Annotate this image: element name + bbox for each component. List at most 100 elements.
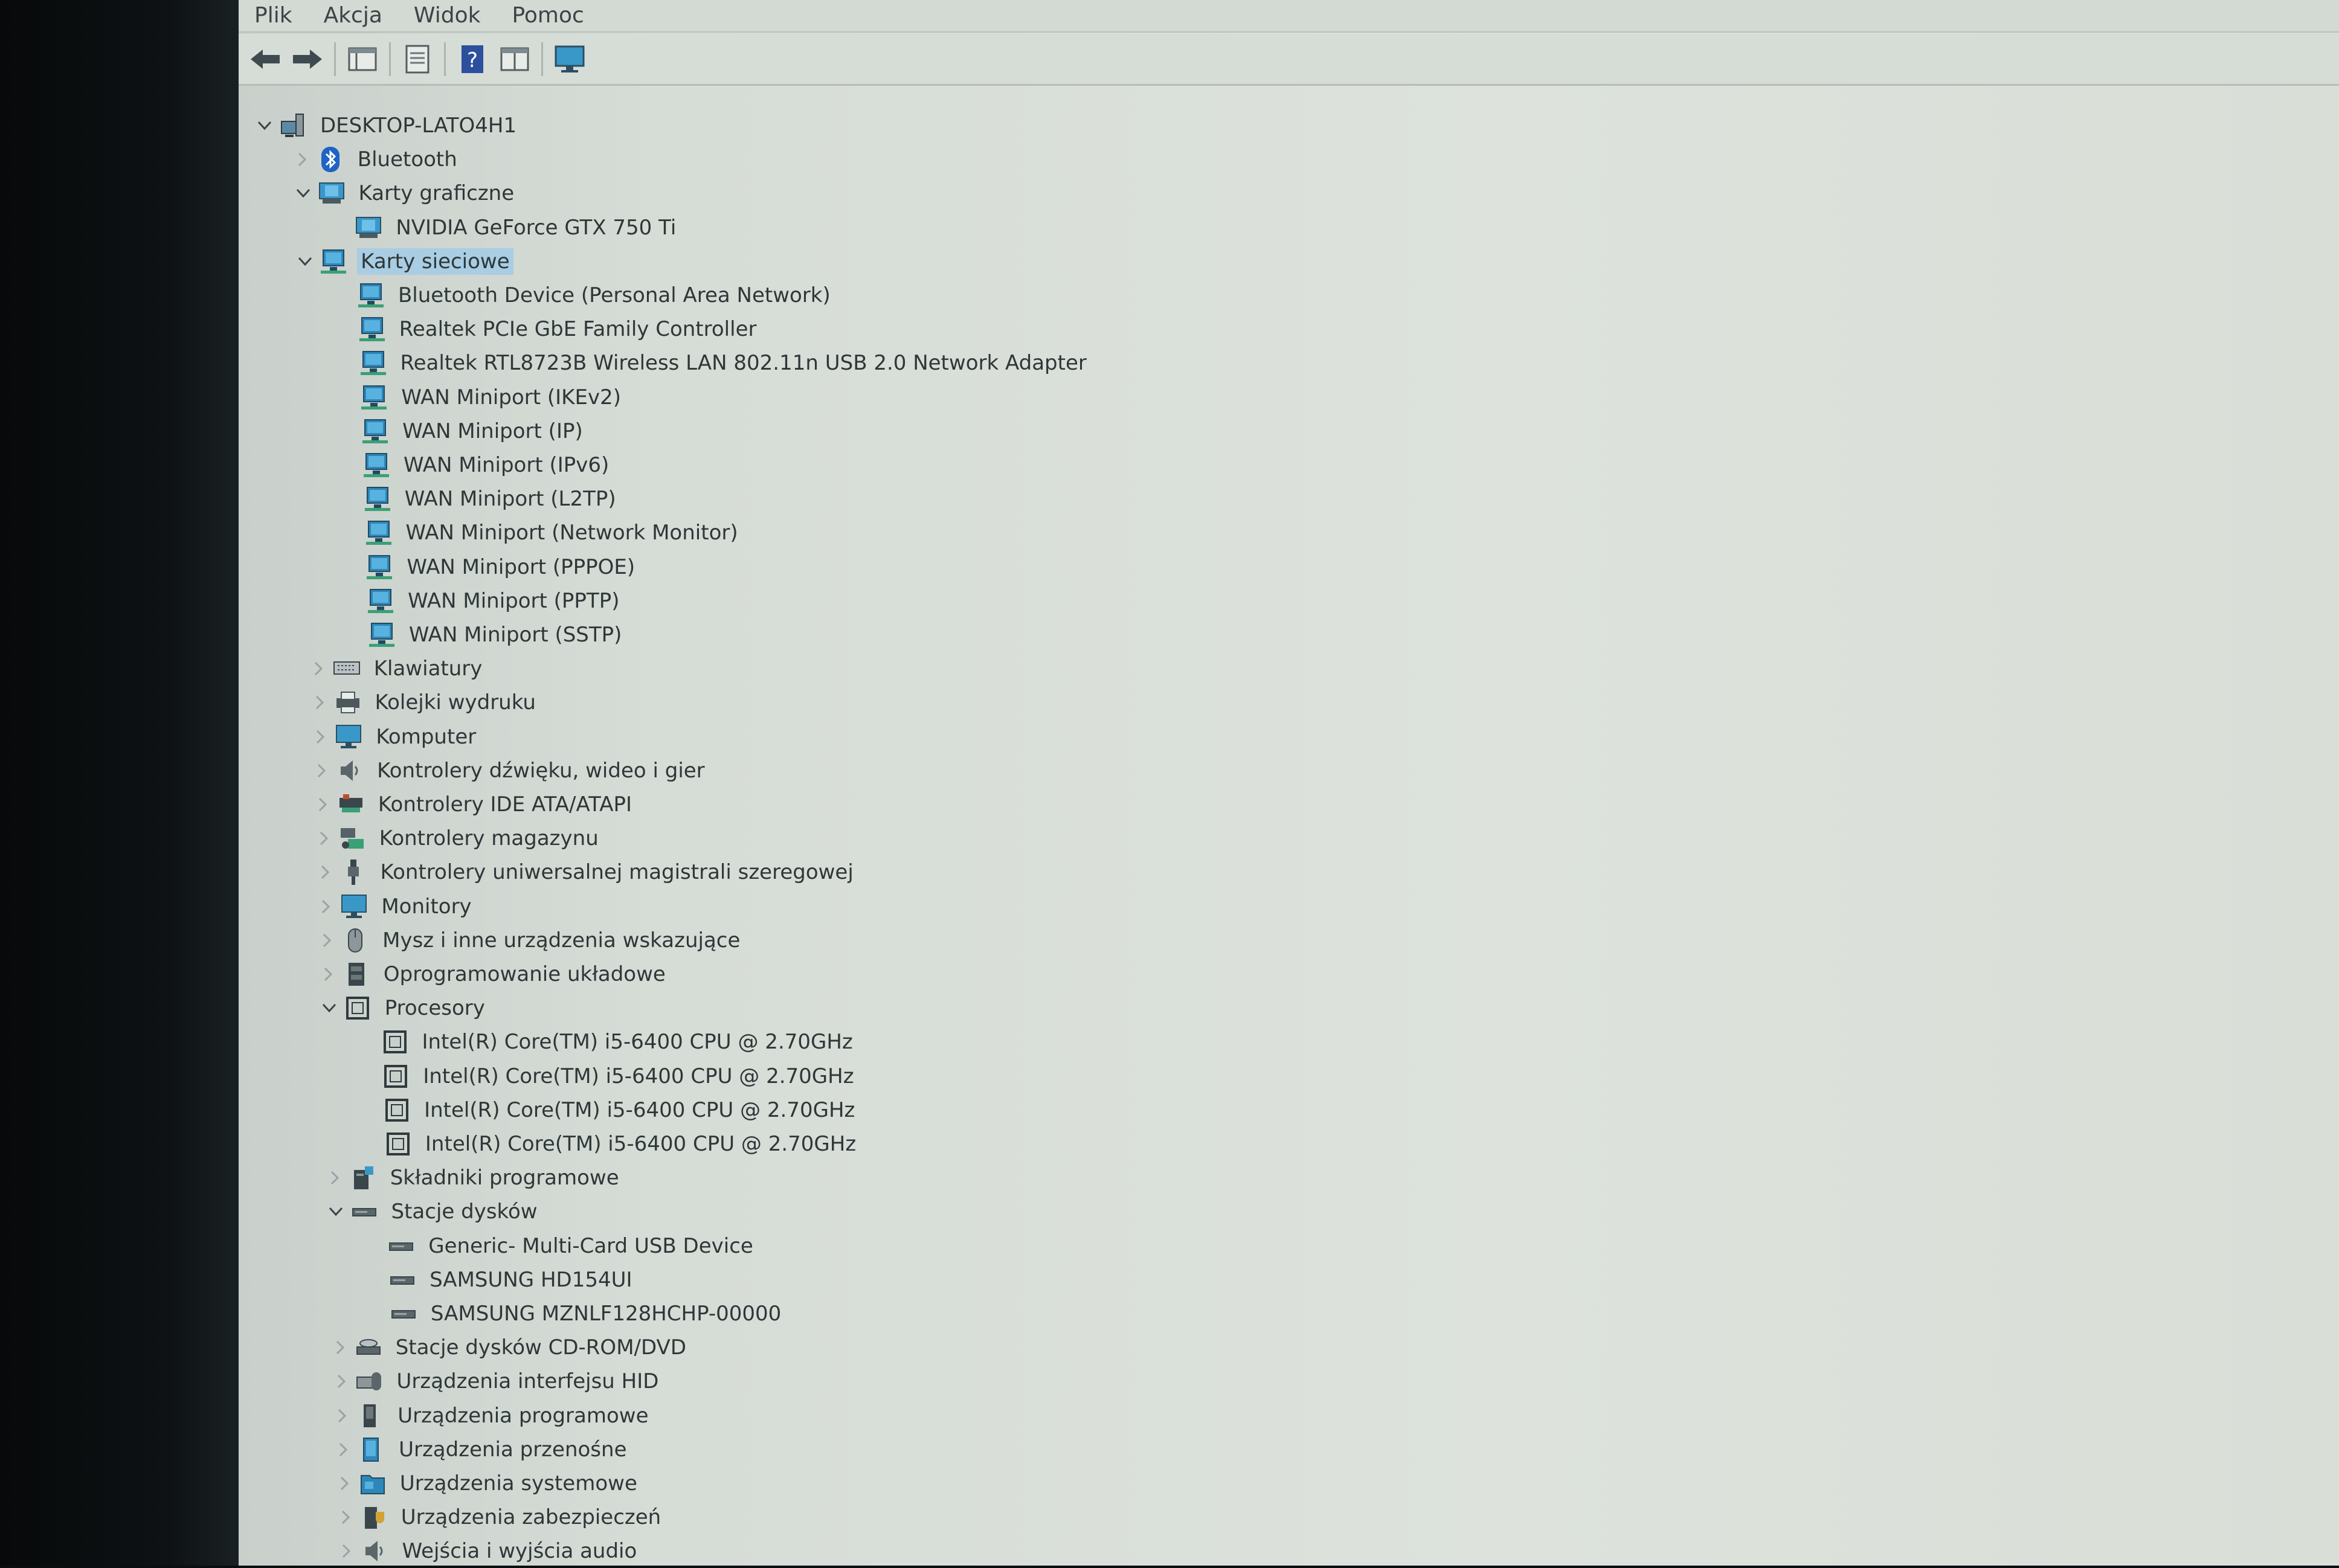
tree-node[interactable]: Realtek PCIe GbE Family Controller (330, 312, 761, 346)
forward-button[interactable] (289, 41, 326, 77)
panel-view-icon (500, 47, 529, 71)
expand-chevron-icon[interactable] (314, 924, 340, 957)
tree-node[interactable]: WAN Miniport (IKEv2) (332, 381, 625, 414)
tree-node[interactable]: Bluetooth Device (Personal Area Network) (329, 278, 834, 312)
forward-arrow-icon (293, 49, 322, 69)
network-adapter-icon (356, 280, 386, 310)
tree-node[interactable]: Procesory (316, 991, 489, 1025)
properties-window-button[interactable] (344, 41, 381, 77)
processor-icon (380, 1027, 410, 1057)
expand-chevron-icon[interactable] (312, 855, 338, 889)
tree-node[interactable]: WAN Miniport (L2TP) (336, 482, 620, 516)
expand-chevron-icon[interactable] (333, 1534, 359, 1568)
tree-node[interactable]: Stacje dysków (323, 1195, 541, 1229)
menu-help[interactable]: Pomoc (496, 4, 599, 28)
system-devices-icon (358, 1468, 388, 1499)
expand-chevron-icon[interactable] (308, 754, 335, 788)
tree-node[interactable]: Bluetooth (289, 143, 461, 176)
expand-chevron-icon[interactable] (328, 1364, 355, 1398)
help-button[interactable]: ? (454, 41, 491, 77)
back-arrow-icon (251, 49, 280, 69)
tree-node[interactable]: WAN Miniport (IPv6) (335, 448, 613, 482)
tree-node[interactable]: SAMSUNG HD154UI (361, 1263, 635, 1297)
expand-chevron-icon[interactable] (327, 1331, 353, 1364)
tree-node-label: Mysz i inne urządzenia wskazujące (382, 928, 741, 953)
menu-view[interactable]: Widok (398, 4, 497, 28)
expand-chevron-icon[interactable] (312, 890, 339, 924)
tree-node[interactable]: SAMSUNG MZNLF128HCHP-00000 (362, 1297, 785, 1331)
tree-node[interactable]: Kontrolery magazynu (310, 821, 602, 855)
tree-node[interactable]: Kontrolery uniwersalnej magistrali szere… (312, 855, 857, 889)
expand-chevron-icon[interactable] (306, 686, 333, 719)
hid-device-icon (355, 1366, 385, 1396)
software-component-icon (348, 1163, 378, 1193)
expand-chevron-icon[interactable] (309, 788, 336, 821)
tree-node[interactable]: Wejścia i wyjścia audio (333, 1534, 640, 1568)
tree-node-label: Urządzenia przenośne (399, 1437, 627, 1462)
expand-chevron-icon[interactable] (330, 1433, 356, 1467)
bluetooth-icon (315, 144, 346, 175)
back-button[interactable] (247, 41, 283, 77)
tree-node-label: Intel(R) Core(TM) i5-6400 CPU @ 2.70GHz (425, 1132, 857, 1156)
tree-node[interactable]: Urządzenia programowe (329, 1399, 652, 1433)
scan-hardware-button[interactable] (552, 41, 588, 77)
tree-node[interactable]: Karty sieciowe (292, 245, 513, 278)
tree-node[interactable]: WAN Miniport (IP) (333, 414, 587, 448)
tree-node[interactable]: Urządzenia interfejsu HID (328, 1364, 663, 1398)
tree-node[interactable]: NVIDIA GeForce GTX 750 Ti (327, 211, 680, 245)
collapse-chevron-icon[interactable] (316, 991, 343, 1025)
expand-chevron-icon[interactable] (331, 1467, 358, 1500)
expand-chevron-icon[interactable] (321, 1161, 348, 1195)
tree-node[interactable]: Realtek RTL8723B Wireless LAN 802.11n US… (332, 346, 1090, 380)
expand-chevron-icon[interactable] (305, 652, 332, 686)
help-icon: ? (462, 45, 483, 73)
tree-node[interactable]: Oprogramowanie układowe (315, 957, 669, 991)
tree-node[interactable]: Urządzenia zabezpieczeń (332, 1500, 665, 1534)
tree-node[interactable]: Intel(R) Core(TM) i5-6400 CPU @ 2.70GHz (355, 1093, 858, 1127)
tree-node[interactable]: Urządzenia systemowe (331, 1467, 641, 1500)
tree-node[interactable]: Kontrolery IDE ATA/ATAPI (309, 788, 635, 821)
expand-chevron-icon[interactable] (332, 1500, 359, 1534)
tree-node[interactable]: WAN Miniport (SSTP) (340, 618, 626, 652)
expand-chevron-icon[interactable] (329, 1399, 355, 1433)
tree-node[interactable]: Kolejki wydruku (306, 686, 539, 719)
monitor-bezel (0, 0, 242, 1566)
expand-chevron-icon[interactable] (315, 957, 341, 991)
tree-node[interactable]: Kontrolery dźwięku, wideo i gier (308, 754, 709, 788)
tree-node[interactable]: DESKTOP-LATO4H1 (251, 109, 520, 143)
panel-view-button[interactable] (497, 41, 533, 77)
tree-node[interactable]: Intel(R) Core(TM) i5-6400 CPU @ 2.70GHz (356, 1127, 860, 1161)
expand-chevron-icon[interactable] (289, 143, 315, 176)
tree-node[interactable]: Stacje dysków CD-ROM/DVD (327, 1331, 690, 1364)
monitor-icon (339, 892, 369, 922)
processor-icon (343, 993, 373, 1023)
tree-node[interactable]: Generic- Multi-Card USB Device (359, 1229, 757, 1263)
tree-node[interactable]: Mysz i inne urządzenia wskazujące (314, 924, 744, 957)
tree-node[interactable]: Urządzenia przenośne (330, 1433, 630, 1467)
tree-node[interactable]: WAN Miniport (PPTP) (339, 584, 623, 618)
tree-node[interactable]: Intel(R) Core(TM) i5-6400 CPU @ 2.70GHz (353, 1025, 857, 1059)
tree-node[interactable]: WAN Miniport (PPPOE) (338, 550, 639, 584)
expand-chevron-icon[interactable] (307, 720, 333, 754)
expand-chevron-icon[interactable] (310, 821, 337, 855)
collapse-chevron-icon[interactable] (251, 109, 278, 143)
tree-node-label: NVIDIA GeForce GTX 750 Ti (396, 215, 677, 240)
tree-node[interactable]: WAN Miniport (Network Monitor) (337, 516, 742, 550)
tree-node[interactable]: Intel(R) Core(TM) i5-6400 CPU @ 2.70GHz (354, 1059, 857, 1093)
tree-node[interactable]: Monitory (312, 890, 475, 924)
menu-action[interactable]: Akcja (308, 4, 398, 28)
collapse-chevron-icon[interactable] (290, 176, 317, 210)
menu-file[interactable]: Plik (239, 4, 308, 28)
document-list-button[interactable] (399, 41, 436, 77)
tree-node[interactable]: Klawiatury (305, 652, 486, 686)
tree-node[interactable]: Karty graficzne (290, 176, 518, 210)
collapse-chevron-icon[interactable] (292, 245, 318, 278)
tree-node[interactable]: Komputer (307, 720, 480, 754)
tree-node[interactable]: Składniki programowe (321, 1161, 623, 1195)
collapse-chevron-icon[interactable] (323, 1195, 349, 1229)
device-tree: DESKTOP-LATO4H1 Bluetooth Karty graficzne N… (239, 91, 2339, 1566)
